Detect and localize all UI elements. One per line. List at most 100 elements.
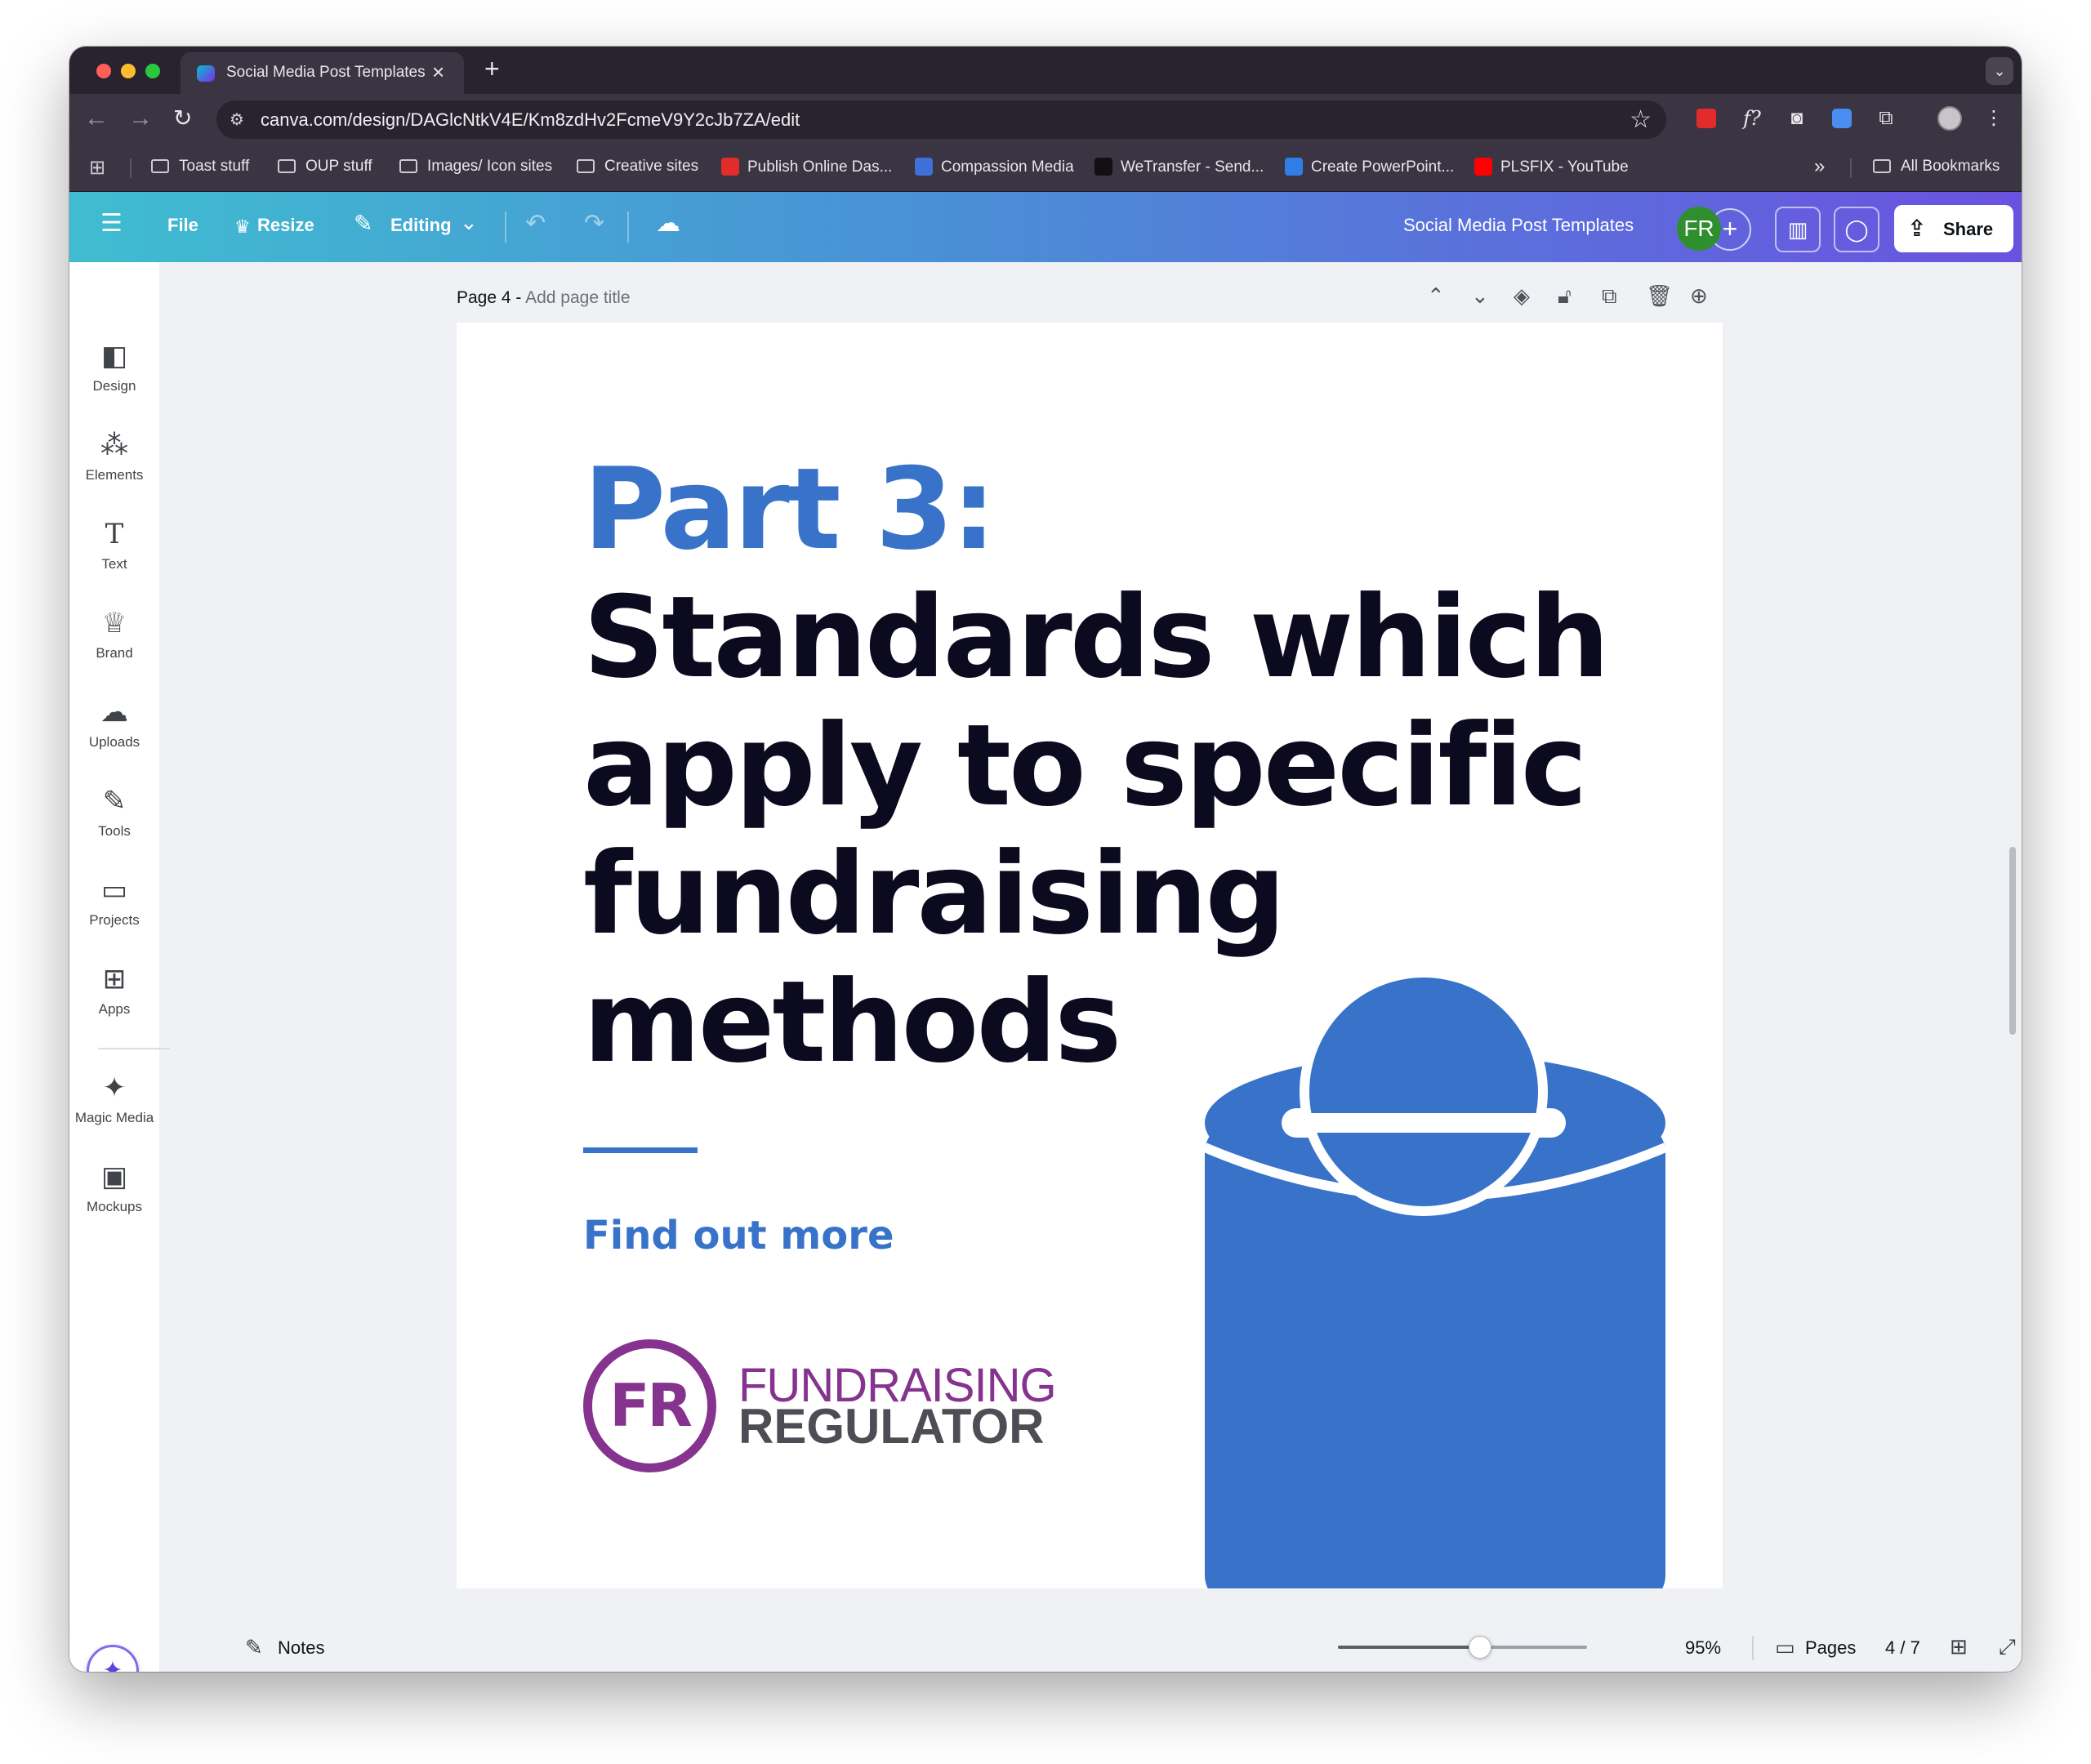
bookmark-wetransfer[interactable]: WeTransfer - Send...	[1095, 158, 1264, 176]
design-icon: ◧	[100, 341, 128, 372]
sidebar-item-label: Apps	[98, 1001, 131, 1017]
lock-icon[interactable]: 🔓︎	[1558, 283, 1572, 310]
sidebar-item-mockups[interactable]: ▣ Mockups	[69, 1158, 159, 1215]
sidebar-item-design[interactable]: ◧ Design	[69, 337, 159, 394]
duplicate-page-icon[interactable]: ⧉	[1602, 283, 1617, 310]
bookmark-label: Creative sites	[604, 158, 699, 175]
tab-strip: Social Media Post Templates × + ⌄	[69, 47, 2022, 94]
analytics-icon[interactable]: ▥	[1775, 207, 1821, 252]
redo-icon[interactable]: ↷	[584, 210, 604, 238]
header-divider	[505, 212, 506, 243]
bookmark-images-icon-sites[interactable]: Images/ Icon sites	[399, 158, 552, 176]
bookmark-star-icon[interactable]: ☆	[1630, 105, 1652, 134]
sidebar-divider	[98, 1048, 170, 1049]
fundraising-regulator-logo-mark[interactable]: FR	[583, 1339, 716, 1472]
apps-grid-icon[interactable]: ⊞	[89, 156, 105, 180]
share-button[interactable]: ⇪ Share	[1894, 205, 2013, 252]
comment-icon[interactable]: ◯	[1834, 207, 1879, 252]
all-bookmarks[interactable]: All Bookmarks	[1873, 158, 2000, 176]
resize-button[interactable]: Resize	[257, 215, 314, 236]
design-page-canvas[interactable]: Part 3: Standards which apply to specifi…	[457, 323, 1723, 1588]
sidebar-item-label: Mockups	[86, 1199, 143, 1214]
magic-media-icon: ✦	[102, 1072, 127, 1103]
minimize-window-button[interactable]	[121, 64, 136, 78]
hamburger-menu-icon[interactable]: ☰	[100, 210, 123, 238]
tab-title: Social Media Post Templates	[226, 64, 426, 81]
sidebar-item-label: Projects	[89, 912, 140, 928]
bookmark-publish-online[interactable]: Publish Online Das...	[721, 158, 892, 176]
sidebar-item-magic-media[interactable]: ✦ Magic Media	[69, 1069, 159, 1126]
bookmark-creative-sites[interactable]: Creative sites	[577, 158, 698, 176]
chevron-down-icon[interactable]: ⌄	[1471, 283, 1489, 309]
back-arrow-icon[interactable]: ←	[84, 105, 109, 132]
canva-header: ☰ File ♛ Resize ✎ Editing ⌄ ↶ ↷ ☁ Social…	[69, 192, 2022, 262]
bookmark-plsfix-youtube[interactable]: PLSFIX - YouTube	[1474, 158, 1629, 176]
magic-assistant-button[interactable]: ✦	[87, 1645, 139, 1672]
reload-icon[interactable]: ↻	[173, 105, 192, 132]
pages-button[interactable]: Pages	[1805, 1637, 1856, 1659]
design-title[interactable]: Social Media Post Templates	[1403, 215, 1634, 236]
bookmark-create-powerpoint[interactable]: Create PowerPoint...	[1285, 158, 1454, 176]
tools-icon: ✎	[102, 786, 127, 817]
page-title-bar[interactable]: Page 4 - Add page title	[457, 288, 631, 308]
zoom-slider[interactable]	[1338, 1636, 1587, 1659]
delete-page-icon[interactable]: 🗑︎	[1646, 283, 1673, 309]
add-page-title-input[interactable]: Add page title	[525, 288, 630, 307]
browser-menu-icon[interactable]: ⋮	[1981, 105, 2007, 131]
add-page-icon[interactable]: ⊕	[1690, 283, 1708, 309]
sidebar-item-elements[interactable]: ⁂ Elements	[69, 426, 159, 483]
cloud-saved-icon[interactable]: ☁	[656, 210, 680, 238]
editing-mode-dropdown[interactable]: Editing	[390, 215, 452, 236]
pages-icon[interactable]: ▭	[1775, 1635, 1795, 1660]
maximize-window-button[interactable]	[145, 64, 160, 78]
chevron-up-icon[interactable]: ⌃	[1427, 283, 1445, 309]
user-avatar[interactable]: FR	[1677, 207, 1721, 251]
file-menu[interactable]: File	[167, 215, 198, 236]
editor-footer: ✎ Notes 95% ▭ Pages 4 / 7 ⊞ ⤢ ⓘ	[159, 1623, 2022, 1672]
extensions-puzzle-icon[interactable]: ⧉	[1873, 105, 1899, 131]
bookmark-compassion-media[interactable]: Compassion Media	[915, 158, 1074, 176]
zoom-slider-thumb[interactable]	[1468, 1636, 1491, 1659]
font-extension-icon[interactable]: f?	[1739, 105, 1765, 131]
bookmarks-overflow-icon[interactable]: »	[1814, 155, 1825, 178]
notes-button[interactable]: Notes	[278, 1637, 324, 1659]
sidebar-item-text[interactable]: T Text	[69, 515, 159, 572]
hide-page-icon[interactable]: ◈	[1514, 283, 1530, 309]
close-window-button[interactable]	[96, 64, 111, 78]
sidebar-item-uploads[interactable]: ☁ Uploads	[69, 693, 159, 751]
find-out-more-text[interactable]: Find out more	[583, 1213, 894, 1258]
donation-box-illustration[interactable]	[1192, 976, 1665, 1588]
sidebar-item-brand[interactable]: ♕ Brand	[69, 604, 159, 662]
notes-icon[interactable]: ✎	[245, 1635, 263, 1660]
bookmark-label: WeTransfer - Send...	[1121, 158, 1264, 176]
profile-avatar-icon[interactable]	[1937, 105, 1963, 131]
blue-extension-icon[interactable]	[1829, 105, 1855, 131]
folder-icon	[151, 159, 169, 173]
sidebar-item-apps[interactable]: ⊞ Apps	[69, 960, 159, 1018]
site-settings-icon[interactable]: ⚙	[230, 109, 244, 130]
fullscreen-icon[interactable]: ⤢	[1999, 1634, 2016, 1660]
sidebar-item-tools[interactable]: ✎ Tools	[69, 782, 159, 840]
chevron-down-icon[interactable]: ⌄	[460, 208, 478, 236]
zoom-percentage[interactable]: 95%	[1685, 1637, 1721, 1659]
bookmark-oup-stuff[interactable]: OUP stuff	[278, 158, 372, 176]
youtube-icon	[1474, 158, 1492, 176]
bookmarks-divider	[130, 158, 132, 178]
acrobat-extension-icon[interactable]	[1693, 105, 1719, 131]
new-tab-button[interactable]: +	[484, 54, 500, 84]
vertical-scrollbar[interactable]	[2009, 847, 2016, 1035]
tab-search-icon[interactable]: ⌄	[1986, 57, 2013, 85]
undo-icon[interactable]: ↶	[525, 210, 546, 238]
bookmark-toast-stuff[interactable]: Toast stuff	[151, 158, 249, 176]
browser-tab-active[interactable]: Social Media Post Templates ×	[181, 52, 464, 94]
sidebar-item-projects[interactable]: ▭ Projects	[69, 871, 159, 929]
screenshot-extension-icon[interactable]: ◙	[1784, 105, 1810, 131]
tab-close-icon[interactable]: ×	[432, 60, 444, 85]
forward-arrow-icon[interactable]: →	[128, 105, 153, 132]
accent-divider-line[interactable]	[583, 1147, 698, 1153]
elements-icon: ⁂	[100, 430, 128, 461]
address-bar[interactable]: ⚙ canva.com/design/DAGlcNtkV4E/Km8zdHv2F…	[216, 100, 1666, 139]
url-text[interactable]: canva.com/design/DAGlcNtkV4E/Km8zdHv2Fcm…	[261, 109, 800, 131]
grid-view-icon[interactable]: ⊞	[1950, 1634, 1968, 1659]
editor-sidebar: ◧ Design ⁂ Elements T Text ♕ Brand ☁ Upl…	[69, 262, 170, 1672]
